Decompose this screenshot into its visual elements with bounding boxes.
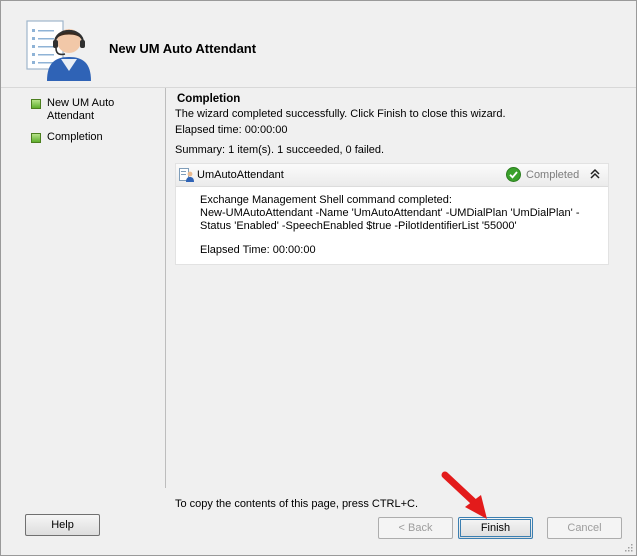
task-result-panel: UmAutoAttendant Completed Exchange Manag… [175, 163, 609, 265]
summary-text: Summary: 1 item(s). 1 succeeded, 0 faile… [175, 144, 385, 156]
vertical-divider [165, 88, 166, 488]
copy-hint: To copy the contents of this page, press… [175, 498, 419, 510]
wizard-window: New UM Auto Attendant New UM Auto Attend… [0, 0, 637, 556]
nav-step-new-um-auto-attendant: New UM Auto Attendant [31, 97, 137, 123]
task-name: UmAutoAttendant [197, 169, 284, 181]
task-result-header[interactable]: UmAutoAttendant Completed [176, 164, 608, 187]
wizard-steps: New UM Auto Attendant Completion [1, 88, 165, 488]
nav-step-completion: Completion [31, 131, 137, 144]
double-chevron-up-icon[interactable] [589, 167, 601, 181]
task-command-output: Exchange Management Shell command comple… [200, 194, 580, 232]
finish-button[interactable]: Finish [458, 517, 533, 539]
wizard-header: New UM Auto Attendant [1, 1, 636, 88]
checkmark-icon [506, 167, 521, 182]
back-button[interactable]: < Back [378, 517, 453, 539]
task-elapsed-time: Elapsed Time: 00:00:00 [200, 244, 316, 256]
cancel-button[interactable]: Cancel [547, 517, 622, 539]
task-user-icon [179, 168, 194, 182]
completion-message: The wizard completed successfully. Click… [175, 108, 506, 120]
wizard-title: New UM Auto Attendant [109, 41, 257, 56]
task-status: Completed [526, 169, 580, 181]
user-headset-icon [26, 20, 91, 81]
help-button[interactable]: Help [25, 514, 100, 536]
green-square-icon [31, 133, 41, 143]
elapsed-time: Elapsed time: 00:00:00 [175, 124, 288, 136]
resize-grip-icon[interactable] [623, 542, 633, 552]
page-title: Completion [177, 93, 241, 105]
nav-step-label: Completion [47, 131, 103, 143]
green-square-icon [31, 99, 41, 109]
nav-step-label: New UM Auto Attendant [47, 97, 115, 122]
